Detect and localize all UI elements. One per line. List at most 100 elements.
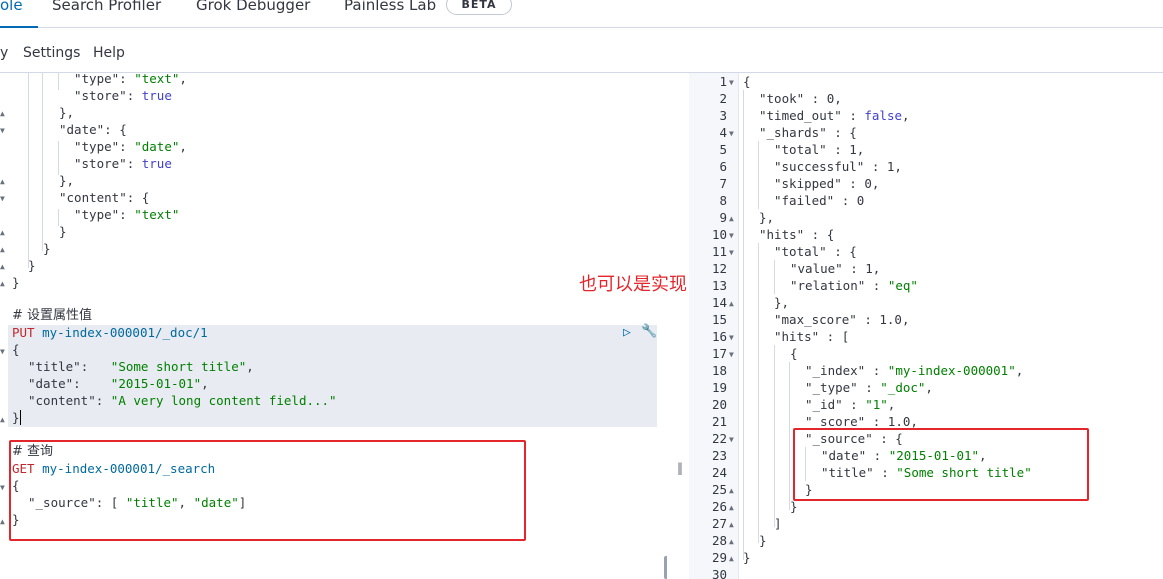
request-line-put: PUT my-index-000001/_doc/1 — [12, 325, 208, 340]
fold-up-icon[interactable]: ▲ — [0, 258, 5, 275]
fold-up-icon[interactable]: ▲ — [729, 482, 734, 499]
indent-guide — [58, 73, 59, 90]
line-number: 16 — [711, 329, 727, 344]
line-number: 1 — [719, 74, 727, 89]
line-number: 25 — [711, 482, 727, 497]
response-line: "_type" : "_doc", — [805, 380, 933, 395]
line-number: 21 — [711, 414, 727, 429]
line-number: 4 — [719, 125, 727, 140]
fold-up-icon[interactable]: ▲ — [0, 173, 5, 190]
line-number: 24 — [711, 465, 727, 480]
line-number: 23 — [711, 448, 727, 463]
annotation-box-source — [793, 428, 1089, 501]
fold-down-icon[interactable]: ▼ — [729, 74, 734, 91]
fold-up-icon[interactable]: ▲ — [729, 550, 734, 567]
fold-down-icon[interactable]: ▼ — [0, 122, 5, 139]
line-number: 5 — [719, 142, 727, 157]
indent-guide — [774, 345, 775, 527]
response-line: }, — [759, 210, 775, 225]
code-line: } — [12, 275, 20, 290]
play-icon[interactable]: ▷ — [623, 325, 631, 340]
line-number: 7 — [719, 176, 727, 191]
line-number: 13 — [711, 278, 727, 293]
response-line: } — [743, 550, 751, 565]
fold-down-icon[interactable]: ▼ — [729, 431, 734, 448]
line-number: 18 — [711, 363, 727, 378]
fold-down-icon[interactable]: ▼ — [0, 479, 5, 496]
fold-up-icon[interactable]: ▲ — [0, 224, 5, 241]
fold-up-icon[interactable]: ▲ — [729, 533, 734, 550]
code-line: "content": { — [59, 190, 150, 205]
indent-guide — [758, 141, 759, 209]
code-line: "date": { — [59, 122, 127, 137]
fold-up-icon[interactable]: ▲ — [0, 275, 5, 292]
tab-search-profiler[interactable]: Search Profiler — [52, 0, 161, 14]
code-line: } — [12, 410, 20, 425]
indent-guide — [743, 90, 744, 560]
line-number: 9 — [719, 210, 727, 225]
beta-badge: BETA — [446, 0, 512, 15]
indent-guide — [774, 260, 775, 294]
response-line: "successful" : 1, — [774, 159, 902, 174]
fold-down-icon[interactable]: ▼ — [729, 244, 734, 261]
response-line: "max_score" : 1.0, — [774, 312, 910, 327]
response-line: } — [759, 533, 767, 548]
tab-console[interactable]: ole — [0, 0, 23, 14]
line-number: 27 — [711, 516, 727, 531]
code-line: }, — [59, 173, 75, 188]
line-number: 8 — [719, 193, 727, 208]
line-number: 10 — [711, 227, 727, 242]
response-line: "relation" : "eq" — [790, 278, 918, 293]
editor-scrollbar[interactable] — [664, 556, 667, 579]
comment-line: # 设置属性值 — [12, 308, 93, 323]
fold-up-icon[interactable]: ▲ — [729, 499, 734, 516]
tab-painless-lab[interactable]: Painless Lab — [344, 0, 436, 14]
fold-up-icon[interactable]: ▲ — [0, 105, 5, 122]
fold-down-icon[interactable]: ▼ — [0, 343, 5, 360]
text-cursor — [20, 410, 21, 425]
fold-down-icon[interactable]: ▼ — [729, 329, 734, 346]
fold-down-icon[interactable]: ▼ — [729, 125, 734, 142]
indent-guide — [42, 73, 43, 251]
response-line: "hits" : { — [759, 227, 835, 242]
response-line: "_id" : "1", — [805, 397, 896, 412]
tab-grok-debugger[interactable]: Grok Debugger — [196, 0, 310, 14]
annotation-text: 也可以是实现 — [579, 274, 687, 295]
top-tab-bar: ole Search Profiler Grok Debugger Painle… — [0, 0, 1163, 28]
console-menu-bar: y Settings Help — [0, 28, 1163, 73]
response-line: "skipped" : 0, — [774, 176, 880, 191]
response-line: "total" : { — [774, 244, 857, 259]
response-viewer[interactable]: 1 2 3 4 5 6 7 8 9 10 11 12 13 14 15 16 17 18 19 20 21 22 23 24 2… — [689, 73, 1163, 579]
code-line: "type": "text" — [74, 207, 180, 222]
code-line: }, — [59, 105, 75, 120]
response-line: "took" : 0, — [759, 91, 842, 106]
line-number: 12 — [711, 261, 727, 276]
fold-up-icon[interactable]: ▲ — [0, 513, 5, 530]
fold-down-icon[interactable]: ▼ — [0, 190, 5, 207]
line-number: 29 — [711, 550, 727, 565]
code-line: } — [28, 258, 36, 273]
line-number: 14 — [711, 295, 727, 310]
line-number: 17 — [711, 346, 727, 361]
line-number: 22 — [711, 431, 727, 446]
line-number: 6 — [719, 159, 727, 174]
fold-down-icon[interactable]: ▼ — [729, 346, 734, 363]
response-line: "failed" : 0 — [774, 193, 865, 208]
response-line: "value" : 1, — [790, 261, 881, 276]
response-line: "hits" : [ — [774, 329, 850, 344]
pane-resize-handle[interactable]: ‖ — [677, 461, 683, 475]
fold-down-icon[interactable]: ▼ — [729, 227, 734, 244]
fold-up-icon[interactable]: ▲ — [729, 516, 734, 533]
menu-settings[interactable]: Settings — [23, 45, 80, 61]
response-line: { — [743, 74, 751, 89]
line-number: 3 — [719, 108, 727, 123]
line-number: 30 — [711, 567, 727, 579]
fold-up-icon[interactable]: ▲ — [0, 411, 5, 428]
wrench-icon[interactable]: 🔧 — [641, 324, 657, 339]
fold-up-icon[interactable]: ▲ — [729, 295, 734, 312]
response-line: "timed_out" : false, — [759, 108, 910, 123]
menu-history[interactable]: y — [0, 45, 8, 61]
fold-up-icon[interactable]: ▲ — [729, 210, 734, 227]
fold-up-icon[interactable]: ▲ — [0, 241, 5, 258]
menu-help[interactable]: Help — [93, 45, 125, 61]
